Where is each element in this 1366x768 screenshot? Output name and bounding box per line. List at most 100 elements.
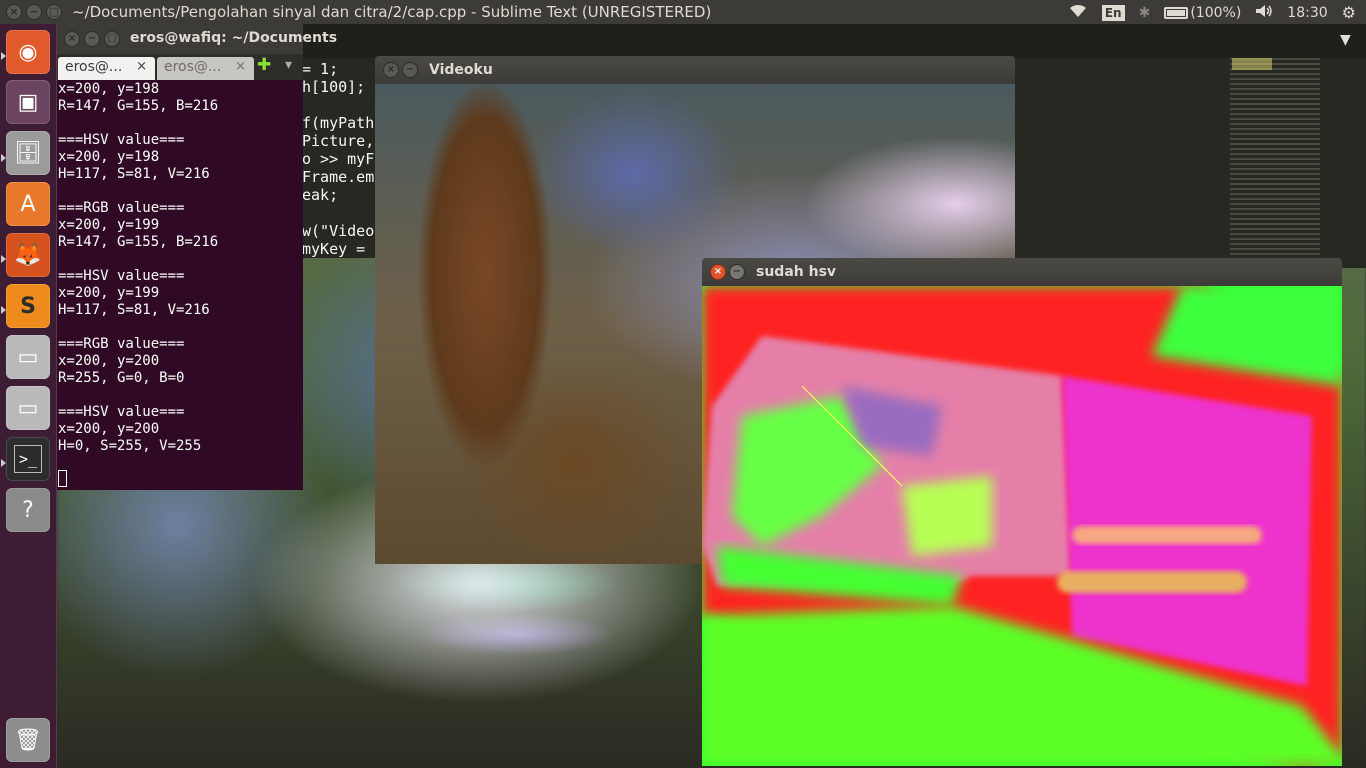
software-center-icon: A <box>20 191 36 217</box>
trash-icon: 🗑 <box>14 727 42 753</box>
terminal-line: H=117, S=81, V=216 <box>58 302 210 318</box>
terminal-minimize-button[interactable]: − <box>84 31 100 47</box>
sudah-hsv-title: sudah hsv <box>756 264 837 280</box>
terminal-cursor <box>58 470 67 487</box>
terminal-line: H=0, S=255, V=255 <box>58 438 202 454</box>
drive-2-icon: ▭ <box>17 395 39 421</box>
terminal-tab-1[interactable]: eros@... × <box>58 57 155 80</box>
videoku-close-button[interactable]: × <box>383 62 399 78</box>
window-title: ~/Documents/Pengolahan sinyal dan citra/… <box>72 3 712 21</box>
terminal-line: x=200, y=199 <box>58 285 160 301</box>
terminal-line: ===HSV value=== <box>58 404 185 420</box>
hsv-image <box>702 286 1342 766</box>
terminal-line: x=200, y=199 <box>58 217 160 233</box>
tab-menu-icon[interactable]: ▾ <box>285 57 292 73</box>
terminal-line: R=147, G=155, B=216 <box>58 98 219 114</box>
settings-gear-icon[interactable]: ⚙ <box>1342 3 1356 22</box>
terminal-line: ===HSV value=== <box>58 132 185 148</box>
launcher-drive-2-button[interactable]: ▭ <box>6 386 50 430</box>
terminal-title: eros@wafiq: ~/Documents <box>130 30 338 46</box>
close-window-button[interactable]: × <box>6 4 22 20</box>
code-line: o >> myF <box>302 150 375 168</box>
code-line: eak; <box>302 186 339 204</box>
terminal-tab-2[interactable]: eros@... × <box>157 57 254 80</box>
launcher-files-button[interactable]: 🗄 <box>6 131 50 175</box>
launcher-sublime-text-button[interactable]: S <box>6 284 50 328</box>
wifi-icon[interactable] <box>1068 4 1088 22</box>
code-line: = 1; <box>302 60 339 78</box>
restore-window-button[interactable]: □ <box>46 4 62 20</box>
terminal-maximize-button[interactable]: □ <box>104 31 120 47</box>
videoku-titlebar[interactable]: × − Videoku <box>375 56 1015 84</box>
firefox-icon: 🦊 <box>14 242 42 268</box>
tab-label: eros@... <box>164 59 222 75</box>
running-app-indicator <box>1 306 6 314</box>
terminal-line: ===RGB value=== <box>58 336 185 352</box>
launcher-software-center-button[interactable]: A <box>6 182 50 226</box>
launcher-firefox-button[interactable]: 🦊 <box>6 233 50 277</box>
launcher-help-button[interactable]: ? <box>6 488 50 532</box>
code-line: w("Video <box>302 222 375 240</box>
battery-icon <box>1164 6 1189 19</box>
drive-1-icon: ▭ <box>17 344 39 370</box>
running-app-indicator <box>1 459 6 467</box>
help-icon: ? <box>22 497 34 523</box>
system-tray: En ✱ (100%) 18:30 ⚙ <box>1068 3 1356 22</box>
sublime-code-view[interactable]: = 1; h[100]; f(myPath Picture, o >> myF Frame… <box>302 58 376 258</box>
terminal-line: x=200, y=198 <box>58 81 160 97</box>
battery-indicator[interactable]: (100%) <box>1164 5 1241 21</box>
dash-icon: ◉ <box>18 39 38 65</box>
launcher-trash-button[interactable]: 🗑 <box>6 718 50 762</box>
terminal-line: R=147, G=155, B=216 <box>58 234 219 250</box>
close-tab-icon[interactable]: × <box>235 59 246 74</box>
top-panel: × − □ ~/Documents/Pengolahan sinyal dan … <box>0 0 1366 24</box>
code-line: h[100]; <box>302 78 366 96</box>
close-tab-icon[interactable]: × <box>136 59 147 74</box>
terminal-line: ===HSV value=== <box>58 268 185 284</box>
terminal-line: H=117, S=81, V=216 <box>58 166 210 182</box>
terminal-window[interactable]: × − □ eros@wafiq: ~/Documents eros@... ×… <box>57 24 337 490</box>
sublime-tab-menu-icon[interactable]: ▼ <box>1340 32 1351 48</box>
running-app-indicator <box>1 154 6 162</box>
clock[interactable]: 18:30 <box>1287 5 1327 21</box>
volume-icon[interactable] <box>1255 4 1273 22</box>
keyboard-language-indicator[interactable]: En <box>1101 4 1125 21</box>
bluetooth-icon[interactable]: ✱ <box>1139 5 1151 21</box>
tab-label: eros@... <box>65 59 123 75</box>
code-line: myKey = <box>302 240 366 258</box>
new-tab-icon[interactable]: ✚ <box>257 55 271 75</box>
terminal-tab-bar: eros@... × eros@... × ✚ ▾ <box>57 54 303 80</box>
videoku-title: Videoku <box>429 62 493 78</box>
terminal-line: x=200, y=198 <box>58 149 160 165</box>
sudah-hsv-window[interactable]: × − sudah hsv <box>702 258 1342 766</box>
launcher-dash-button[interactable]: ◉ <box>6 30 50 74</box>
minimize-window-button[interactable]: − <box>26 4 42 20</box>
terminal-icon: >_ <box>13 445 43 473</box>
launcher-terminal-button[interactable]: >_ <box>6 437 50 481</box>
sudah-hsv-minimize-button[interactable]: − <box>729 264 745 280</box>
code-line: Frame.em <box>302 168 375 186</box>
minimap-highlight <box>1232 58 1272 70</box>
sublime-text-icon: S <box>20 293 36 319</box>
files-icon: 🗄 <box>14 140 42 166</box>
terminal-line: ===RGB value=== <box>58 200 185 216</box>
terminal-output[interactable]: x=200, y=198 R=147, G=155, B=216 ===HSV va… <box>57 81 303 455</box>
workspaces-icon: ▣ <box>17 89 39 115</box>
sudah-hsv-titlebar[interactable]: × − sudah hsv <box>702 258 1342 286</box>
sudah-hsv-close-button[interactable]: × <box>710 264 726 280</box>
terminal-close-button[interactable]: × <box>64 31 80 47</box>
sublime-minimap[interactable] <box>1230 58 1320 258</box>
code-line: Picture, <box>302 132 375 150</box>
terminal-titlebar[interactable]: × − □ eros@wafiq: ~/Documents <box>57 24 337 54</box>
launcher-drive-1-button[interactable]: ▭ <box>6 335 50 379</box>
sudah-hsv-frame[interactable] <box>702 286 1342 766</box>
videoku-minimize-button[interactable]: − <box>402 62 418 78</box>
launcher-workspaces-button[interactable]: ▣ <box>6 80 50 124</box>
